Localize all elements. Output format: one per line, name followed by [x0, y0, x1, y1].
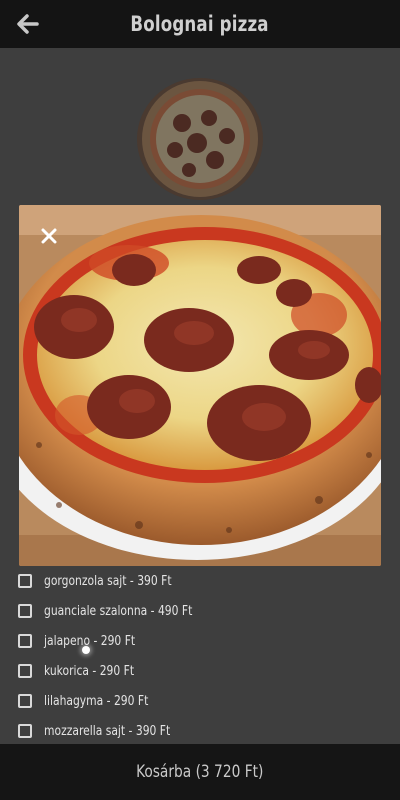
extra-option[interactable]: lilahagyma - 290 Ft — [18, 686, 358, 716]
extra-option-label: jalapeno - 290 Ft — [44, 633, 136, 649]
pizza-image — [19, 205, 381, 566]
add-to-cart-button[interactable]: Kosárba (3 720 Ft) — [0, 744, 400, 800]
extra-option[interactable]: mozzarella sajt - 390 Ft — [18, 716, 358, 746]
checkbox[interactable] — [18, 604, 32, 618]
app-header: Bolognai pizza — [0, 0, 400, 48]
touch-indicator — [82, 646, 90, 654]
image-modal — [19, 205, 381, 566]
close-modal-button[interactable] — [38, 225, 60, 247]
close-icon — [41, 228, 57, 244]
extra-option[interactable]: jalapeno - 290 Ft — [18, 626, 358, 656]
product-thumbnail — [137, 78, 263, 200]
checkbox[interactable] — [18, 724, 32, 738]
page-title: Bolognai pizza — [130, 12, 270, 36]
extra-option-label: lilahagyma - 290 Ft — [44, 693, 149, 709]
extra-option[interactable]: kukorica - 290 Ft — [18, 656, 358, 686]
arrow-left-icon — [17, 14, 39, 34]
extra-option[interactable]: guanciale szalonna - 490 Ft — [18, 596, 358, 626]
checkbox[interactable] — [18, 634, 32, 648]
checkbox[interactable] — [18, 694, 32, 708]
extra-option-label: guanciale szalonna - 490 Ft — [44, 603, 193, 619]
extra-option-label: mozzarella sajt - 390 Ft — [44, 723, 171, 739]
extras-list: gorgonzola sajt - 390 Ft guanciale szalo… — [18, 566, 358, 746]
add-to-cart-label: Kosárba (3 720 Ft) — [136, 762, 264, 782]
checkbox[interactable] — [18, 664, 32, 678]
extra-option-label: gorgonzola sajt - 390 Ft — [44, 573, 172, 589]
extra-option-label: kukorica - 290 Ft — [44, 663, 135, 679]
extra-option[interactable]: gorgonzola sajt - 390 Ft — [18, 566, 358, 596]
checkbox[interactable] — [18, 574, 32, 588]
back-button[interactable] — [14, 10, 42, 38]
